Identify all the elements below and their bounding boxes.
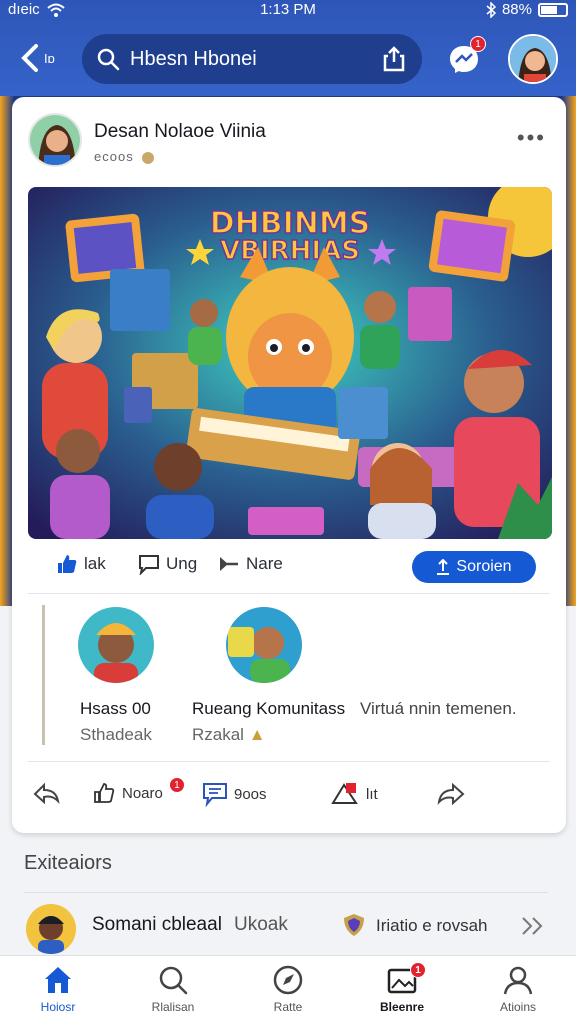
share-label: Nare bbox=[246, 554, 283, 573]
suggestion-avatar-image bbox=[26, 904, 76, 954]
community-avatar-2[interactable] bbox=[226, 607, 302, 683]
back-button[interactable]: Iɒ bbox=[20, 40, 68, 76]
community-extra: Virtuá nnin temenen. bbox=[360, 699, 517, 718]
bookmark-icon bbox=[331, 783, 358, 804]
search-input[interactable] bbox=[130, 47, 370, 71]
search-icon bbox=[97, 48, 120, 71]
nav-notifications-badge: 1 bbox=[410, 962, 426, 978]
share-arrow-icon bbox=[220, 557, 238, 571]
community-name-2[interactable]: Rueang Komunitass bbox=[192, 699, 345, 719]
messenger-button[interactable]: 1 bbox=[446, 36, 486, 78]
avatar-image bbox=[510, 36, 556, 82]
comment-label: Ung bbox=[166, 554, 198, 573]
nav-home-label: Hoiosr bbox=[40, 1000, 76, 1014]
share-icon[interactable] bbox=[382, 46, 406, 72]
search-icon bbox=[159, 966, 188, 995]
image-title-bottom: VBIRHIAS bbox=[220, 236, 360, 266]
react-icon bbox=[33, 782, 60, 805]
like-button[interactable]: lak bbox=[56, 553, 106, 575]
upload-icon bbox=[437, 559, 450, 575]
thumbs-up-emoji-icon: ▲ bbox=[248, 725, 266, 744]
shield-icon bbox=[344, 914, 364, 936]
chevron-double-right-icon[interactable] bbox=[520, 916, 546, 936]
reaction-like-label: Noaro bbox=[122, 784, 163, 802]
suggestion-avatar[interactable] bbox=[26, 904, 76, 954]
post-action-bar: lak Ung Nare Soroien bbox=[12, 543, 566, 591]
audience-icon bbox=[142, 151, 155, 164]
nav-notifications[interactable]: 1 Bleenre bbox=[354, 962, 450, 1014]
community-avatar-1-image bbox=[78, 607, 154, 683]
chat-icon bbox=[203, 783, 227, 807]
post-meta-text: ecoos bbox=[94, 149, 134, 164]
reaction-bookmark-label: lıt bbox=[366, 785, 378, 803]
bottom-navigation: Hoiosr Rlalisan Ratte 1 Bleenre Atioins bbox=[0, 955, 576, 1024]
thumbs-up-outline-icon bbox=[94, 783, 115, 803]
reaction-bookmark-button[interactable]: lıt bbox=[330, 781, 378, 807]
author-avatar-image bbox=[30, 115, 80, 165]
thumbs-up-icon bbox=[58, 555, 77, 573]
post-image[interactable]: DHBINMS VBIRHIAS bbox=[28, 187, 552, 539]
reaction-like-badge: 1 bbox=[168, 777, 185, 793]
share-button[interactable]: Nare bbox=[218, 553, 283, 575]
post-meta: ecoos bbox=[94, 149, 155, 164]
search-bar[interactable] bbox=[82, 34, 422, 84]
divider bbox=[28, 761, 550, 762]
post-author-name[interactable]: Desan Nolaoe Viinia bbox=[94, 121, 266, 143]
suggestion-row[interactable]: Somani cbleaal Ukoak Iriatio e rovsah bbox=[0, 898, 576, 954]
forward-icon bbox=[437, 782, 465, 806]
chevron-left-icon bbox=[21, 44, 38, 72]
quote-bar bbox=[42, 605, 45, 745]
nav-explore-label: Ratte bbox=[273, 1000, 303, 1014]
like-label: lak bbox=[84, 554, 106, 573]
nav-search-label: Rlalisan bbox=[151, 1000, 195, 1014]
suggestion-extra: Ukoak bbox=[234, 914, 288, 935]
community-section: Hsass 00 Sthadeak Rueang Komunitass Rzak… bbox=[12, 603, 566, 753]
post-header: Desan Nolaoe Viinia ecoos ••• bbox=[12, 97, 566, 185]
section-divider bbox=[24, 892, 548, 893]
reaction-comment-label: 9oos bbox=[234, 785, 267, 803]
post-card: Desan Nolaoe Viinia ecoos ••• DHBINMS VB… bbox=[12, 97, 566, 833]
section-title: Exiteaiors bbox=[24, 852, 112, 874]
nav-profile-label: Atioins bbox=[499, 1000, 537, 1014]
forward-button[interactable] bbox=[436, 781, 466, 807]
comment-icon bbox=[139, 555, 159, 575]
status-bar: dıeic 1:13 PM 88% bbox=[0, 0, 576, 20]
react-button[interactable] bbox=[32, 781, 62, 807]
comment-button[interactable]: Ung bbox=[138, 553, 197, 575]
primary-action-button[interactable]: Soroien bbox=[412, 551, 536, 583]
back-label: Iɒ bbox=[44, 50, 55, 66]
community-sub-1: Sthadeak bbox=[80, 725, 152, 744]
reaction-comment-button[interactable]: 9oos bbox=[202, 781, 267, 807]
nav-notifications-label: Bleenre bbox=[379, 1000, 425, 1014]
community-avatar-2-image bbox=[226, 607, 302, 683]
compass-icon bbox=[273, 965, 303, 995]
battery-icon bbox=[538, 2, 568, 17]
top-bar: dıeic 1:13 PM 88% Iɒ Hbesn Hbonei 1 bbox=[0, 0, 576, 96]
more-options-button[interactable]: ••• bbox=[517, 125, 546, 151]
community-name-1[interactable]: Hsass 00 bbox=[80, 699, 151, 719]
suggestion-action[interactable]: Iriatio e rovsah bbox=[376, 916, 488, 936]
community-sub-2: Rzakal ▲ bbox=[192, 725, 266, 745]
divider bbox=[28, 593, 550, 594]
community-avatar-1[interactable] bbox=[78, 607, 154, 683]
reaction-bar: Noaro 1 9oos lıt bbox=[12, 773, 566, 821]
nav-search[interactable]: Rlalisan bbox=[125, 964, 221, 1014]
battery-percent: 88% bbox=[501, 1, 532, 18]
community-sub-2-text: Rzakal bbox=[192, 725, 244, 744]
bluetooth-icon bbox=[486, 1, 496, 18]
suggestion-name[interactable]: Somani cbleaal bbox=[92, 914, 222, 936]
post-illustration: DHBINMS VBIRHIAS bbox=[28, 187, 552, 539]
reaction-like-button[interactable]: Noaro 1 bbox=[92, 777, 185, 805]
primary-action-label: Soroien bbox=[456, 558, 512, 575]
user-icon bbox=[503, 966, 533, 995]
profile-avatar[interactable] bbox=[508, 34, 558, 84]
notification-badge: 1 bbox=[470, 36, 486, 52]
home-icon bbox=[45, 967, 71, 993]
nav-home[interactable]: Hoiosr bbox=[10, 964, 106, 1014]
author-avatar[interactable] bbox=[28, 113, 82, 167]
nav-explore[interactable]: Ratte bbox=[240, 964, 336, 1014]
nav-profile[interactable]: Atioins bbox=[470, 964, 566, 1014]
